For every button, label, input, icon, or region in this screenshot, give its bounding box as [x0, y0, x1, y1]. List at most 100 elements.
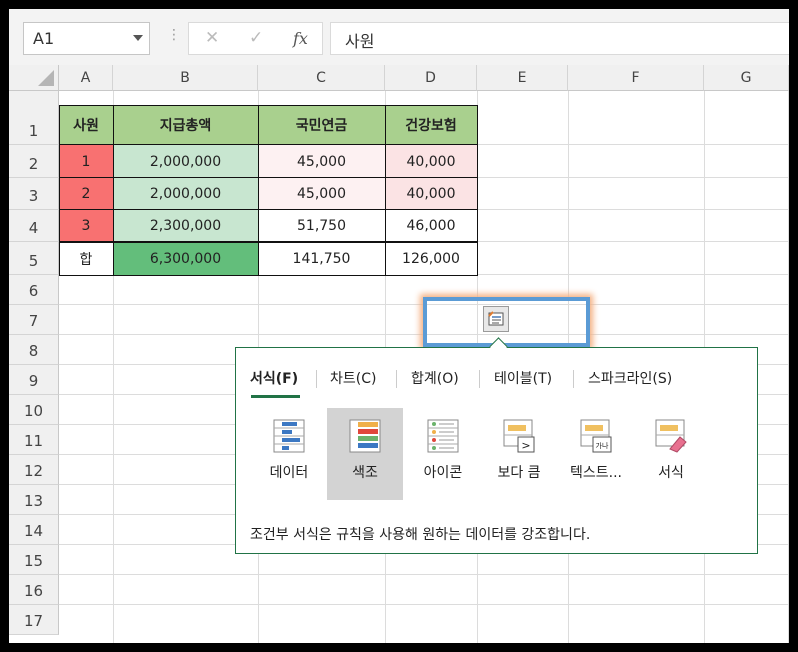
table-border [59, 144, 478, 145]
table-cell[interactable]: 2,000,000 [113, 145, 258, 178]
row-number: 15 [23, 552, 44, 570]
row-header-2[interactable]: 2 [9, 145, 59, 178]
option-label: 텍스트... [570, 465, 622, 481]
row-header-5[interactable]: 5 [9, 242, 59, 275]
gridline [59, 604, 789, 605]
table-cell[interactable]: 45,000 [258, 178, 385, 210]
row-header-12[interactable]: 12 [9, 455, 59, 485]
total-cell[interactable]: 126,000 [385, 242, 477, 275]
column-header-b[interactable]: B [113, 65, 258, 91]
tab-separator [573, 370, 574, 388]
formula-value: 사원 [345, 32, 375, 51]
header-cell-total-pay[interactable]: 지급총액 [113, 105, 258, 145]
gridline [59, 574, 789, 575]
enter-icon[interactable]: ✓ [249, 28, 263, 48]
option-label: 서식 [658, 465, 684, 481]
name-box-value: A1 [33, 29, 55, 48]
column-header-a[interactable]: A [59, 65, 113, 91]
column-header-f[interactable]: F [568, 65, 704, 91]
table-cell[interactable]: 40,000 [385, 145, 477, 178]
row-number: 16 [23, 582, 44, 600]
tab-tables[interactable]: 테이블(T) [494, 368, 552, 388]
row-number: 1 [28, 122, 39, 140]
table-cell[interactable]: 2,300,000 [113, 210, 258, 242]
row-header-16[interactable]: 16 [9, 575, 59, 605]
row-header-10[interactable]: 10 [9, 395, 59, 425]
table-border [59, 177, 478, 178]
tab-formatting[interactable]: 서식(F) [250, 368, 298, 388]
icon-set-icon [427, 419, 459, 453]
option-data-bars[interactable]: 데이터 [251, 408, 327, 500]
option-color-scale[interactable]: 색조 [327, 408, 403, 500]
column-header-d[interactable]: D [385, 65, 477, 91]
panel-description: 조건부 서식은 규칙을 사용해 원하는 데이터를 강조합니다. [250, 527, 591, 543]
table-cell[interactable]: 46,000 [385, 210, 477, 242]
formula-input[interactable]: 사원 [330, 22, 789, 55]
option-icon-set[interactable]: 아이콘 [405, 408, 481, 500]
row-number: 2 [28, 155, 39, 173]
row-number: 7 [28, 312, 39, 330]
header-cell-pension[interactable]: 국민연금 [258, 105, 385, 145]
formula-buttons: ✕ ✓ fx [188, 22, 323, 55]
row-header-6[interactable]: 6 [9, 275, 59, 305]
row-header-4[interactable]: 4 [9, 210, 59, 242]
active-tab-indicator [251, 395, 300, 398]
option-label: 보다 큼 [497, 465, 541, 481]
select-all-button[interactable] [9, 65, 59, 91]
more-options-icon: ⋮ [167, 27, 181, 43]
chevron-down-icon[interactable] [133, 35, 143, 41]
row-header-1[interactable]: 1 [9, 91, 59, 145]
table-cell[interactable]: 2,000,000 [113, 178, 258, 210]
row-header-9[interactable]: 9 [9, 365, 59, 395]
column-header-e[interactable]: E [477, 65, 568, 91]
row-header-3[interactable]: 3 [9, 178, 59, 210]
table-border [59, 241, 478, 243]
row-number: 10 [23, 402, 44, 420]
header-cell-employee[interactable]: 사원 [59, 105, 113, 145]
option-label: 색조 [352, 465, 378, 481]
quick-analysis-button[interactable] [483, 306, 509, 332]
table-cell[interactable]: 45,000 [258, 145, 385, 178]
select-all-icon [38, 70, 54, 86]
table-cell[interactable]: 3 [59, 210, 113, 242]
total-label-cell[interactable]: 합 [59, 242, 113, 275]
total-cell[interactable]: 141,750 [258, 242, 385, 275]
clear-format-icon [655, 419, 687, 453]
option-label: 아이콘 [423, 465, 463, 481]
table-cell[interactable]: 40,000 [385, 178, 477, 210]
option-text-contains[interactable]: 가나 텍스트... [558, 408, 634, 500]
header-cell-health[interactable]: 건강보험 [385, 105, 477, 145]
column-header-g[interactable]: G [704, 65, 789, 91]
row-header-7[interactable]: 7 [9, 305, 59, 335]
row-header-8[interactable]: 8 [9, 335, 59, 365]
name-box[interactable]: A1 [23, 22, 150, 55]
row-header-14[interactable]: 14 [9, 515, 59, 545]
row-header-17[interactable]: 17 [9, 605, 59, 635]
table-cell[interactable]: 51,750 [258, 210, 385, 242]
row-number: 17 [23, 612, 44, 630]
row-number: 11 [23, 432, 44, 450]
row-header-13[interactable]: 13 [9, 485, 59, 515]
table-cell[interactable]: 2 [59, 178, 113, 210]
row-header-15[interactable]: 15 [9, 545, 59, 575]
quick-analysis-panel: 서식(F) 차트(C) 합계(O) 테이블(T) 스파크라인(S) 데이터 색조… [235, 337, 758, 554]
table-cell[interactable]: 1 [59, 145, 113, 178]
row-number: 8 [28, 342, 39, 360]
row-number: 4 [28, 219, 39, 237]
option-greater-than[interactable]: > 보다 큼 [481, 408, 557, 500]
tab-separator [396, 370, 397, 388]
row-header-11[interactable]: 11 [9, 425, 59, 455]
quick-analysis-icon [488, 311, 504, 326]
cancel-icon[interactable]: ✕ [205, 28, 219, 48]
table-border [385, 105, 386, 276]
column-header-c[interactable]: C [258, 65, 385, 91]
total-cell[interactable]: 6,300,000 [113, 242, 258, 275]
formula-bar: A1 ⋮ ✕ ✓ fx 사원 [9, 9, 789, 65]
table-border [113, 105, 114, 276]
insert-function-icon[interactable]: fx [293, 29, 308, 48]
option-clear-format[interactable]: 서식 [633, 408, 709, 500]
tab-totals[interactable]: 합계(O) [411, 368, 459, 388]
row-number: 9 [28, 372, 39, 390]
tab-sparklines[interactable]: 스파크라인(S) [588, 368, 672, 388]
tab-charts[interactable]: 차트(C) [330, 368, 376, 388]
